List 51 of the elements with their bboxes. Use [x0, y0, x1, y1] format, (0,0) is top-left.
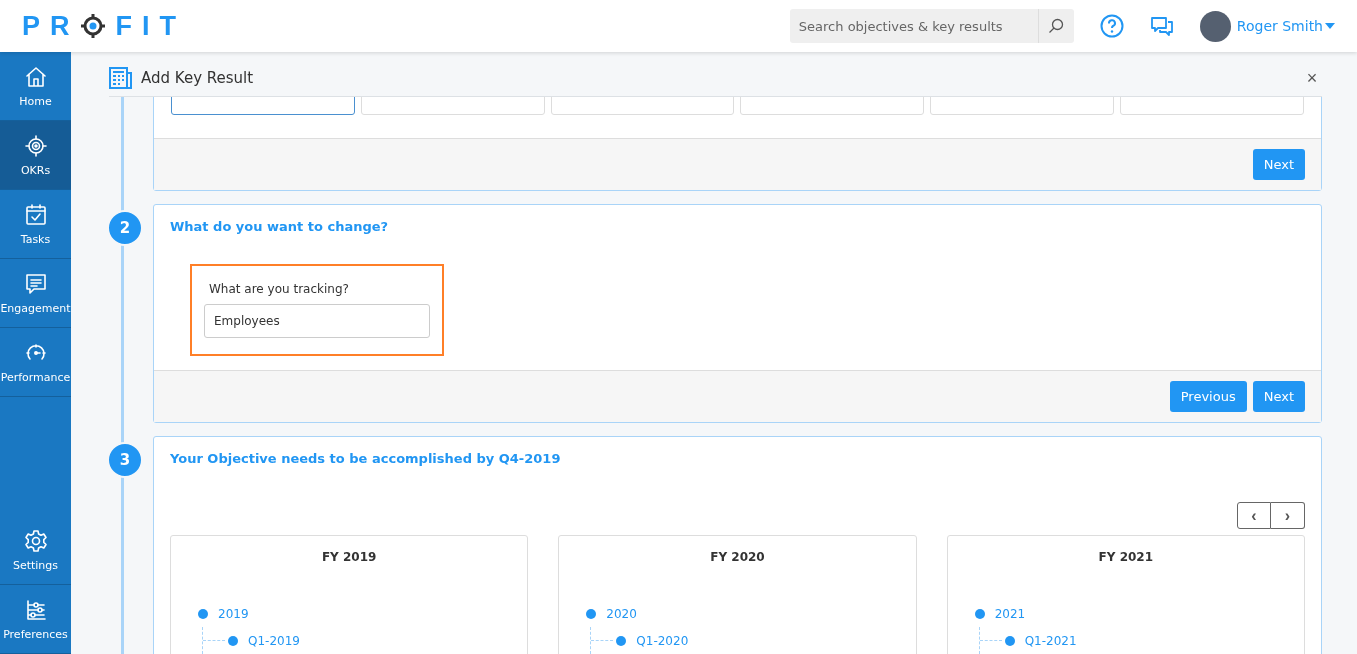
sidebar-item[interactable]: Settings	[0, 516, 71, 585]
nav-icon	[23, 202, 48, 227]
avatar[interactable]	[1199, 10, 1231, 42]
nav-icon	[23, 271, 48, 296]
step-number: 2	[109, 210, 143, 246]
chat-icon[interactable]	[1149, 15, 1174, 37]
timeline-dot	[586, 608, 597, 619]
calculator-icon	[109, 67, 133, 89]
step-title: Your Objective needs to be accomplished by Q4-2019	[169, 450, 562, 468]
sidebar-item[interactable]: Performance	[0, 328, 71, 397]
help-icon[interactable]	[1099, 14, 1124, 38]
modal-title: Add Key Result	[141, 69, 255, 87]
nav-icon	[23, 64, 48, 89]
sidebar-item[interactable]: Tasks	[0, 190, 71, 259]
close-button[interactable]: ×	[1302, 67, 1322, 89]
sidebar-item[interactable]: Preferences	[0, 585, 71, 654]
target-icon	[79, 13, 106, 39]
step-button[interactable]: Next	[1252, 381, 1305, 412]
step-title: What do you want to change?	[169, 218, 390, 236]
nav-icon	[23, 133, 48, 158]
timeline-dot	[1004, 635, 1015, 646]
nav-icon	[23, 528, 48, 553]
field-label: What are you tracking?	[208, 282, 350, 296]
sidebar-item[interactable]: Engagement	[0, 259, 71, 328]
caret-icon	[1325, 23, 1335, 29]
period-link[interactable]: 2021	[994, 606, 1026, 621]
pager-button[interactable]: ›	[1271, 502, 1305, 529]
period-link[interactable]: Q1-2021	[1024, 633, 1077, 648]
logo-text: FIT	[115, 10, 186, 42]
tracking-input[interactable]: Employees	[204, 304, 430, 338]
search-icon	[1048, 18, 1065, 34]
timeline-dot	[228, 635, 238, 646]
year-title: FY 2021	[1097, 549, 1155, 566]
timeline-dot	[616, 635, 627, 646]
period-link[interactable]: Q1-2020	[636, 633, 689, 648]
year-title: FY 2019	[320, 549, 378, 566]
step-number: 3	[109, 442, 143, 478]
period-link[interactable]: 2020	[606, 606, 637, 621]
period-link[interactable]: Q1-2019	[248, 633, 300, 648]
step-button[interactable]: Previous	[1169, 381, 1247, 412]
search-button[interactable]	[1037, 9, 1074, 43]
pager-button[interactable]: ‹	[1237, 502, 1271, 529]
timeline-dot	[198, 608, 208, 619]
period-link[interactable]: 2019	[218, 606, 249, 621]
logo-text: PR	[22, 10, 80, 42]
step-button[interactable]: Next	[1252, 149, 1305, 180]
sidebar-item[interactable]: OKRs	[0, 121, 71, 190]
timeline-dot	[974, 608, 985, 619]
user-menu[interactable]: Roger Smith	[1236, 18, 1335, 34]
year-title: FY 2020	[709, 549, 766, 566]
search-field[interactable]: Search objectives & key results	[789, 9, 1038, 43]
